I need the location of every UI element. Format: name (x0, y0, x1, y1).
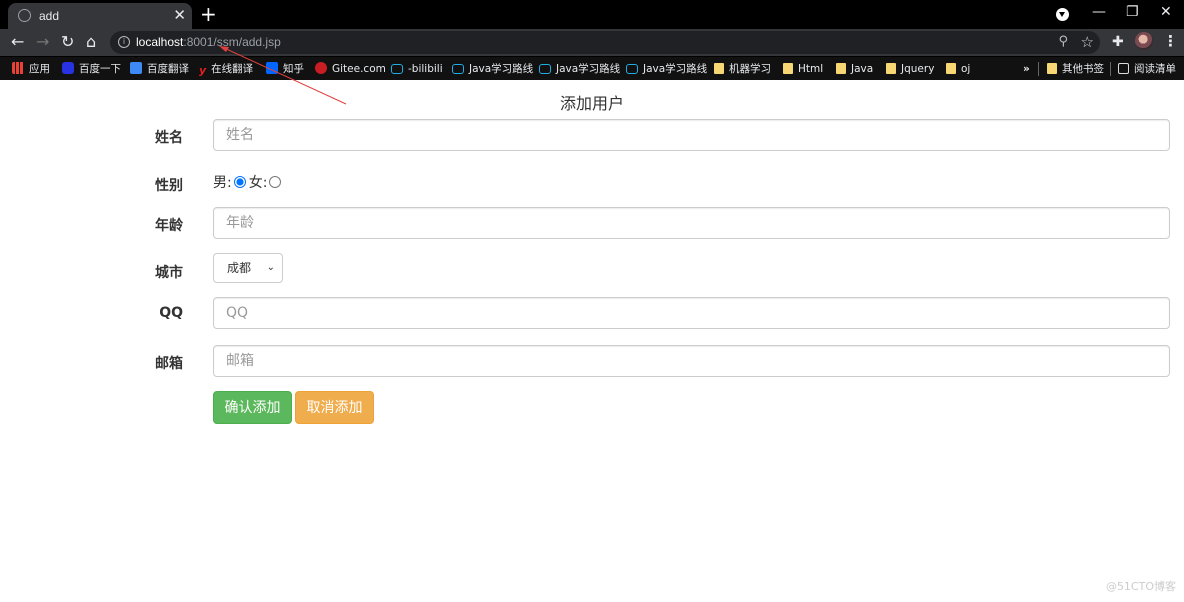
folder-icon (714, 63, 724, 74)
bookmark-folder-oj[interactable]: oj (946, 61, 970, 77)
age-label: 年龄 (155, 218, 183, 234)
bookmark-java-3[interactable]: Java学习路线 (626, 61, 707, 77)
name-label: 姓名 (155, 130, 183, 146)
gender-label: 性别 (155, 178, 183, 194)
minimize-button[interactable]: — (1092, 4, 1106, 20)
confirm-add-button[interactable]: 确认添加 (213, 391, 292, 424)
bookmark-divider (1038, 62, 1039, 76)
chevron-down-icon: ⌄ (266, 262, 275, 273)
bilibili-icon (539, 64, 551, 74)
name-input[interactable] (213, 119, 1170, 151)
folder-icon (1047, 63, 1057, 74)
gender-radio-group: 男: 女: (213, 172, 284, 192)
bookmark-star-icon[interactable]: ☆ (1081, 33, 1094, 51)
arrow-head (219, 46, 229, 52)
qq-label: QQ (159, 305, 183, 321)
bookmark-folder-html[interactable]: Html (783, 61, 823, 77)
male-label: 男: (213, 175, 232, 191)
restore-button[interactable]: ❐ (1126, 4, 1139, 20)
bookmark-folder-jquery[interactable]: Jquery (886, 61, 934, 77)
extensions-icon[interactable]: ✚ (1112, 34, 1124, 50)
bookmark-divider (1110, 62, 1111, 76)
female-radio[interactable] (269, 176, 282, 188)
qq-input[interactable] (213, 297, 1170, 329)
close-window-button[interactable]: ✕ (1160, 4, 1172, 20)
watermark: @51CTO博客 (1105, 580, 1176, 593)
folder-icon (836, 63, 846, 74)
tab-search-icon[interactable] (1056, 8, 1069, 21)
bookmark-folder-ml[interactable]: 机器学习 (714, 61, 771, 77)
bilibili-icon (452, 64, 464, 74)
email-label: 邮箱 (155, 356, 183, 372)
page-title: 添加用户 (559, 94, 624, 113)
city-select[interactable]: 成都 ⌄ (213, 253, 283, 283)
bilibili-icon (626, 64, 638, 74)
profile-avatar[interactable] (1135, 32, 1153, 50)
bookmark-java-2[interactable]: Java学习路线 (539, 61, 620, 77)
zoom-icon[interactable]: ⚲ (1058, 34, 1068, 49)
browser-menu-icon[interactable]: ⋮ (1163, 32, 1178, 50)
reading-list[interactable]: 阅读清单 (1118, 61, 1176, 77)
bookmark-java-1[interactable]: Java学习路线 (452, 61, 533, 77)
bookmark-folder-java[interactable]: Java (836, 61, 873, 77)
bookmarks-overflow-button[interactable]: » (1023, 61, 1030, 77)
reading-list-icon (1118, 63, 1129, 74)
cancel-add-button[interactable]: 取消添加 (295, 391, 374, 424)
city-selected-value: 成都 (227, 261, 252, 275)
bookmark-other-folder[interactable]: 其他书签 (1047, 61, 1104, 77)
age-input[interactable] (213, 207, 1170, 239)
folder-icon (946, 63, 956, 74)
email-input[interactable] (213, 345, 1170, 377)
folder-icon (886, 63, 896, 74)
male-radio[interactable] (233, 176, 246, 188)
city-label: 城市 (155, 265, 183, 281)
folder-icon (783, 63, 793, 74)
female-label: 女: (248, 175, 268, 191)
